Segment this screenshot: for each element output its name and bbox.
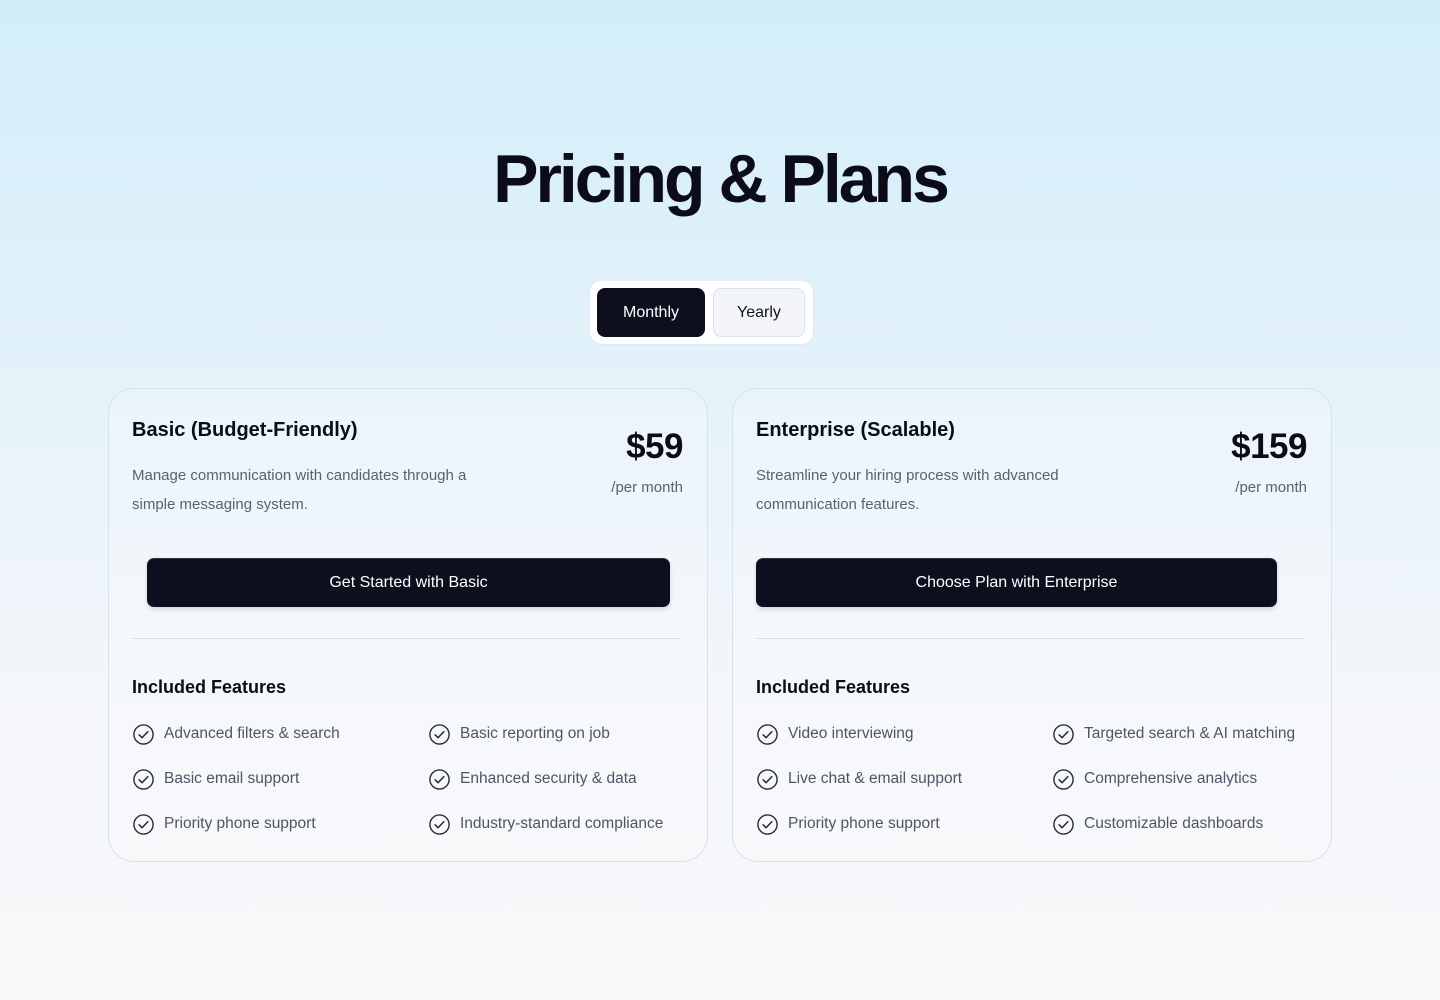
divider [132,638,681,639]
page-title: Pricing & Plans [493,141,950,217]
plan-name: Basic (Budget-Friendly) [132,419,358,441]
feature-item: Basic reporting on job [428,722,610,746]
feature-label: Live chat & email support [788,770,963,787]
plan-price: $59 [626,427,683,466]
feature-label: Enhanced security & data [460,770,637,787]
check-circle-icon [757,813,778,835]
feature-label: Priority phone support [788,815,940,832]
feature-item: Customizable dashboards [1052,812,1263,836]
divider [756,638,1305,639]
toggle-yearly-button[interactable]: Yearly [713,288,805,337]
plan-price: $159 [1231,427,1307,466]
features-heading: Included Features [132,677,287,697]
feature-label: Basic reporting on job [460,725,610,742]
plan-card-enterprise: Enterprise (Scalable) Streamline your hi… [732,388,1332,862]
feature-item: Video interviewing [756,722,914,746]
feature-item: Priority phone support [756,812,940,836]
check-circle-icon [429,723,450,745]
plan-period: /per month [1235,479,1307,496]
features-heading: Included Features [756,677,911,697]
plan-card-basic: Basic (Budget-Friendly) Manage communica… [108,388,708,862]
feature-item: Priority phone support [132,812,316,836]
check-circle-icon [757,768,778,790]
plan-description: Manage communication with candidates thr… [132,467,467,513]
check-circle-icon [429,768,450,790]
feature-item: Comprehensive analytics [1052,767,1257,791]
feature-item: Live chat & email support [756,767,962,791]
check-circle-icon [133,723,154,745]
check-circle-icon [1053,723,1074,745]
check-circle-icon [1053,768,1074,790]
feature-label: Industry-standard compliance [460,815,664,832]
plan-period: /per month [611,479,683,496]
check-circle-icon [133,813,154,835]
feature-label: Video interviewing [788,725,914,742]
feature-label: Priority phone support [164,815,316,832]
feature-label: Basic email support [164,770,300,787]
billing-toggle: Monthly Yearly [590,281,813,344]
get-started-basic-button[interactable]: Get Started with Basic [147,558,670,607]
feature-item: Enhanced security & data [428,767,637,791]
check-circle-icon [757,723,778,745]
check-circle-icon [133,768,154,790]
check-circle-icon [1053,813,1074,835]
feature-item: Basic email support [132,767,299,791]
choose-plan-enterprise-button[interactable]: Choose Plan with Enterprise [756,558,1277,607]
plan-name: Enterprise (Scalable) [756,419,955,441]
toggle-monthly-button[interactable]: Monthly [597,288,705,337]
feature-item: Advanced filters & search [132,722,340,746]
feature-label: Targeted search & AI matching [1084,725,1296,742]
feature-label: Comprehensive analytics [1084,770,1258,787]
plan-description: Streamline your hiring process with adva… [756,467,1059,513]
feature-item: Industry-standard compliance [428,812,663,836]
feature-label: Customizable dashboards [1084,815,1264,832]
check-circle-icon [429,813,450,835]
feature-label: Advanced filters & search [164,725,340,742]
feature-item: Targeted search & AI matching [1052,722,1295,746]
